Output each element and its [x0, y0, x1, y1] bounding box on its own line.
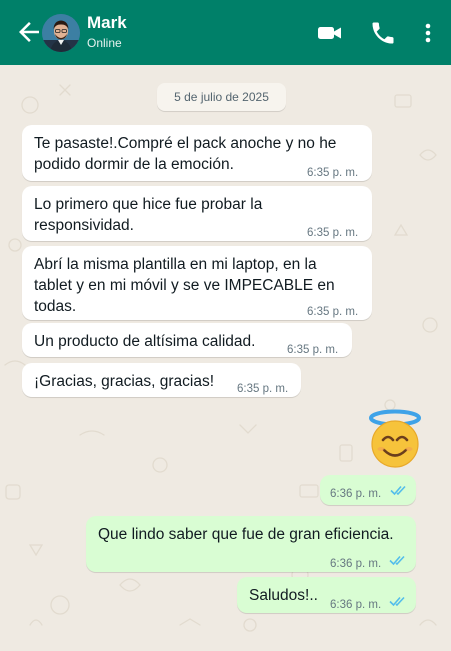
message-text: Abrí la misma plantilla en mi laptop, en… [34, 254, 335, 317]
message-text: Saludos!.. [249, 587, 318, 604]
message-line: responsividad. [34, 217, 134, 234]
message-time: 6:36 p. m. [330, 558, 382, 570]
date-separator: 5 de julio de 2025 [157, 83, 286, 111]
message-time: 6:35 p. m. [237, 383, 289, 395]
message-text: Lo primero que hice fue probar la respon… [34, 194, 262, 236]
back-arrow-icon[interactable] [14, 17, 44, 47]
phone-icon[interactable] [369, 19, 397, 47]
incoming-message[interactable]: ¡Gracias, gracias, gracias! 6:35 p. m. [22, 363, 301, 397]
message-text: ¡Gracias, gracias, gracias! [34, 371, 214, 392]
message-line: Lo primero que hice fue probar la [34, 196, 263, 213]
message-line: Un producto de altísima calidad. [34, 333, 256, 350]
message-time: 6:35 p. m. [307, 227, 359, 239]
message-line: todas. [34, 298, 77, 315]
read-receipt-icon [390, 485, 406, 496]
incoming-message[interactable]: Abrí la misma plantilla en mi laptop, en… [22, 246, 372, 320]
chat-area[interactable]: 5 de julio de 2025 Te pasaste!.Compré el… [0, 65, 451, 651]
message-line: Te pasaste!.Compré el pack anoche y no h… [34, 135, 337, 152]
message-text: Que lindo saber que fue de gran eficienc… [98, 526, 394, 543]
message-time: 6:35 p. m. [307, 167, 359, 179]
outgoing-emoji-message[interactable] [356, 409, 426, 472]
message-text: Un producto de altísima calidad. [34, 331, 255, 352]
message-line: tablet y en mi móvil y se ve IMPECABLE e… [34, 277, 335, 294]
message-time: 6:36 p. m. [330, 599, 382, 611]
contact-name[interactable]: Mark [87, 13, 127, 33]
message-time: 6:35 p. m. [287, 344, 339, 356]
message-time: 6:35 p. m. [307, 306, 359, 318]
smiling-face-with-halo-icon [369, 409, 421, 468]
contact-status: Online [87, 36, 122, 50]
message-line: podido dormir de la emoción. [34, 156, 234, 173]
read-receipt-icon [389, 596, 405, 607]
outgoing-message[interactable]: Que lindo saber que fue de gran eficienc… [86, 516, 416, 572]
avatar-photo [42, 14, 80, 52]
video-call-icon[interactable] [316, 19, 344, 47]
message-time: 6:36 p. m. [330, 488, 382, 500]
outgoing-message[interactable]: Saludos!.. 6:36 p. m. [237, 577, 416, 613]
avatar[interactable] [42, 14, 80, 52]
read-receipt-icon [389, 555, 405, 566]
incoming-message[interactable]: Te pasaste!.Compré el pack anoche y no h… [22, 125, 372, 181]
more-vertical-icon[interactable] [418, 19, 438, 47]
message-line: ¡Gracias, gracias, gracias! [34, 373, 215, 390]
outgoing-message-footer[interactable]: 6:36 p. m. [320, 475, 416, 505]
incoming-message[interactable]: Un producto de altísima calidad. 6:35 p.… [22, 323, 352, 357]
message-text: Te pasaste!.Compré el pack anoche y no h… [34, 133, 336, 175]
incoming-message[interactable]: Lo primero que hice fue probar la respon… [22, 186, 372, 241]
chat-header: Mark Online [0, 0, 451, 65]
message-line: Abrí la misma plantilla en mi laptop, en… [34, 256, 317, 273]
